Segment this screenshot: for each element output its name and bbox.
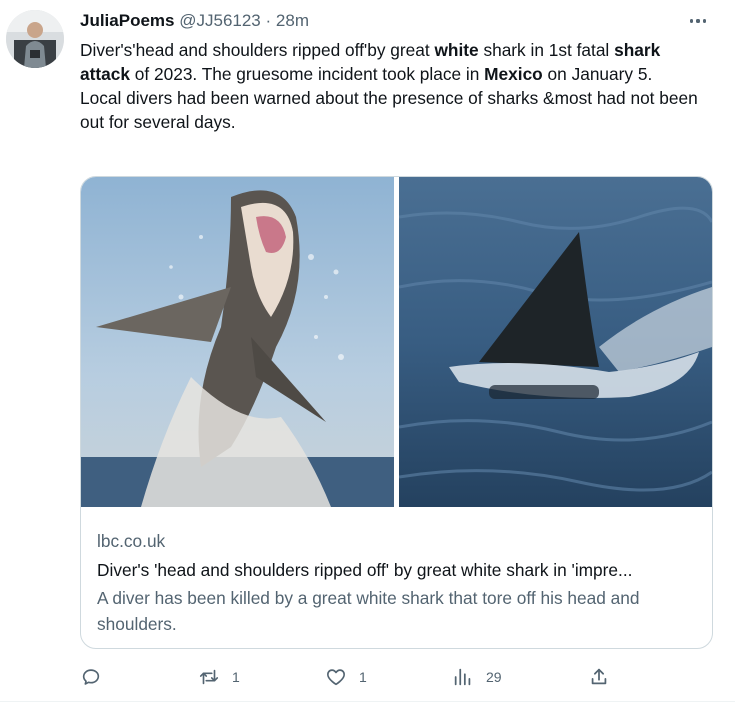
user-handle[interactable]: @JJ56123 bbox=[179, 11, 261, 30]
like-count: 1 bbox=[359, 669, 367, 685]
views-button[interactable]: 29 bbox=[452, 664, 502, 690]
tweet-paragraph-1: Diver's'head and shoulders ripped off'by… bbox=[80, 38, 710, 86]
card-media[interactable] bbox=[81, 177, 712, 507]
shark-breach-image[interactable] bbox=[81, 177, 394, 507]
tweet-text: Diver's'head and shoulders ripped off'by… bbox=[80, 38, 710, 134]
tweet-text-segment: on January 5. bbox=[542, 64, 653, 84]
tweet-text-segment: of 2023. The gruesome incident took plac… bbox=[129, 64, 485, 84]
card-domain: lbc.co.uk bbox=[97, 531, 166, 551]
share-button[interactable] bbox=[588, 664, 610, 690]
more-options-icon[interactable] bbox=[685, 8, 711, 34]
card-title[interactable]: Diver's 'head and shoulders ripped off' … bbox=[97, 558, 698, 582]
separator-dot: · bbox=[265, 11, 272, 30]
reply-button[interactable] bbox=[80, 664, 114, 690]
avatar-photo bbox=[6, 10, 64, 68]
views-count: 29 bbox=[486, 669, 502, 685]
retweet-icon bbox=[199, 669, 219, 685]
display-name[interactable]: JuliaPoems bbox=[80, 11, 175, 30]
shark-fin-image[interactable] bbox=[399, 177, 712, 507]
heart-icon bbox=[327, 669, 345, 686]
link-card[interactable]: lbc.co.uk Diver's 'head and shoulders ri… bbox=[80, 176, 713, 649]
tweet-text-segment: Diver's'head and shoulders ripped off'by… bbox=[80, 40, 435, 60]
card-description: A diver has been killed by a great white… bbox=[97, 588, 640, 634]
hashtag-keyword: white bbox=[434, 40, 479, 60]
retweet-count: 1 bbox=[232, 669, 240, 685]
timestamp[interactable]: 28m bbox=[276, 11, 309, 30]
views-chart-icon bbox=[454, 668, 471, 686]
retweet-button[interactable]: 1 bbox=[198, 664, 240, 690]
reply-icon bbox=[82, 669, 100, 685]
like-button[interactable]: 1 bbox=[325, 664, 367, 690]
tweet-paragraph-2: Local divers had been warned about the p… bbox=[80, 88, 698, 132]
avatar[interactable] bbox=[6, 10, 64, 68]
card-meta[interactable]: lbc.co.uk Diver's 'head and shoulders ri… bbox=[97, 529, 698, 637]
tweet-header: JuliaPoems @JJ56123 · 28m bbox=[80, 9, 309, 33]
tweet-text-segment: shark in 1st fatal bbox=[478, 40, 615, 60]
hashtag-keyword: Mexico bbox=[484, 64, 543, 84]
share-icon bbox=[591, 668, 607, 685]
